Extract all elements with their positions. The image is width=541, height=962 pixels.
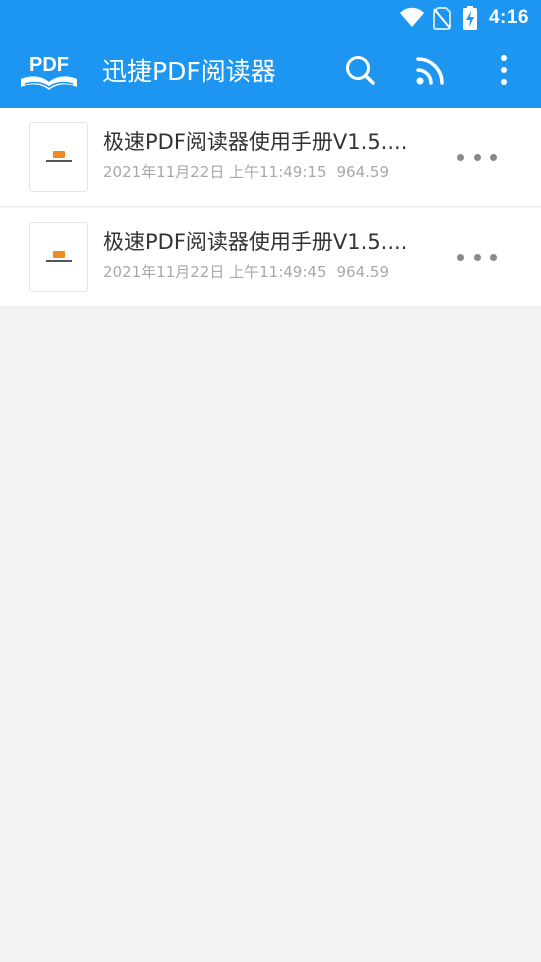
more-dot-icon xyxy=(490,253,497,261)
file-more-button[interactable] xyxy=(452,142,502,172)
more-dot-icon xyxy=(473,253,481,261)
file-list: 极速PDF阅读器使用手册V1.5.... 2021年11月22日 上午11:49… xyxy=(0,108,541,307)
file-meta: 2021年11月22日 上午11:49:15 964.59 xyxy=(103,161,389,183)
more-dot-icon xyxy=(473,153,481,161)
app-logo: PDF xyxy=(19,49,79,97)
file-thumbnail xyxy=(29,122,88,192)
more-vert-icon xyxy=(500,54,508,90)
more-dot-icon xyxy=(457,253,464,261)
app-title: 迅捷PDF阅读器 xyxy=(102,57,276,86)
overflow-menu-button[interactable] xyxy=(482,50,526,94)
status-clock: 4:16 xyxy=(488,7,529,28)
file-size: 964.59 xyxy=(336,263,390,281)
file-list-item[interactable]: 极速PDF阅读器使用手册V1.5.... 2021年11月22日 上午11:49… xyxy=(0,108,541,207)
more-dot-icon xyxy=(457,153,464,161)
no-sim-icon xyxy=(432,6,451,30)
file-title: 极速PDF阅读器使用手册V1.5.... xyxy=(103,230,408,254)
cast-icon xyxy=(415,54,447,90)
thumbnail-logo-mark xyxy=(53,251,65,258)
file-more-button[interactable] xyxy=(452,242,502,272)
thumbnail-text-line xyxy=(46,260,72,262)
app-logo-text: PDF xyxy=(29,54,69,76)
search-button[interactable] xyxy=(338,50,382,94)
more-dot-icon xyxy=(490,153,497,161)
status-icons: 4:16 xyxy=(399,5,529,31)
file-thumbnail xyxy=(29,222,88,292)
status-bar: 4:16 xyxy=(0,0,541,36)
thumbnail-logo-mark xyxy=(53,151,65,158)
file-date: 2021年11月22日 上午11:49:45 xyxy=(103,263,327,281)
file-meta: 2021年11月22日 上午11:49:45 964.59 xyxy=(103,261,389,283)
search-icon xyxy=(344,54,376,90)
cast-button[interactable] xyxy=(409,50,453,94)
wifi-icon xyxy=(399,7,425,29)
file-title: 极速PDF阅读器使用手册V1.5.... xyxy=(103,130,408,154)
file-date: 2021年11月22日 上午11:49:15 xyxy=(103,163,327,181)
file-size: 964.59 xyxy=(336,163,390,181)
battery-charging-icon xyxy=(462,6,477,30)
thumbnail-text-line xyxy=(46,160,72,162)
file-list-item[interactable]: 极速PDF阅读器使用手册V1.5.... 2021年11月22日 上午11:49… xyxy=(0,208,541,307)
app-bar: PDF 迅捷PDF阅读器 xyxy=(0,36,541,108)
